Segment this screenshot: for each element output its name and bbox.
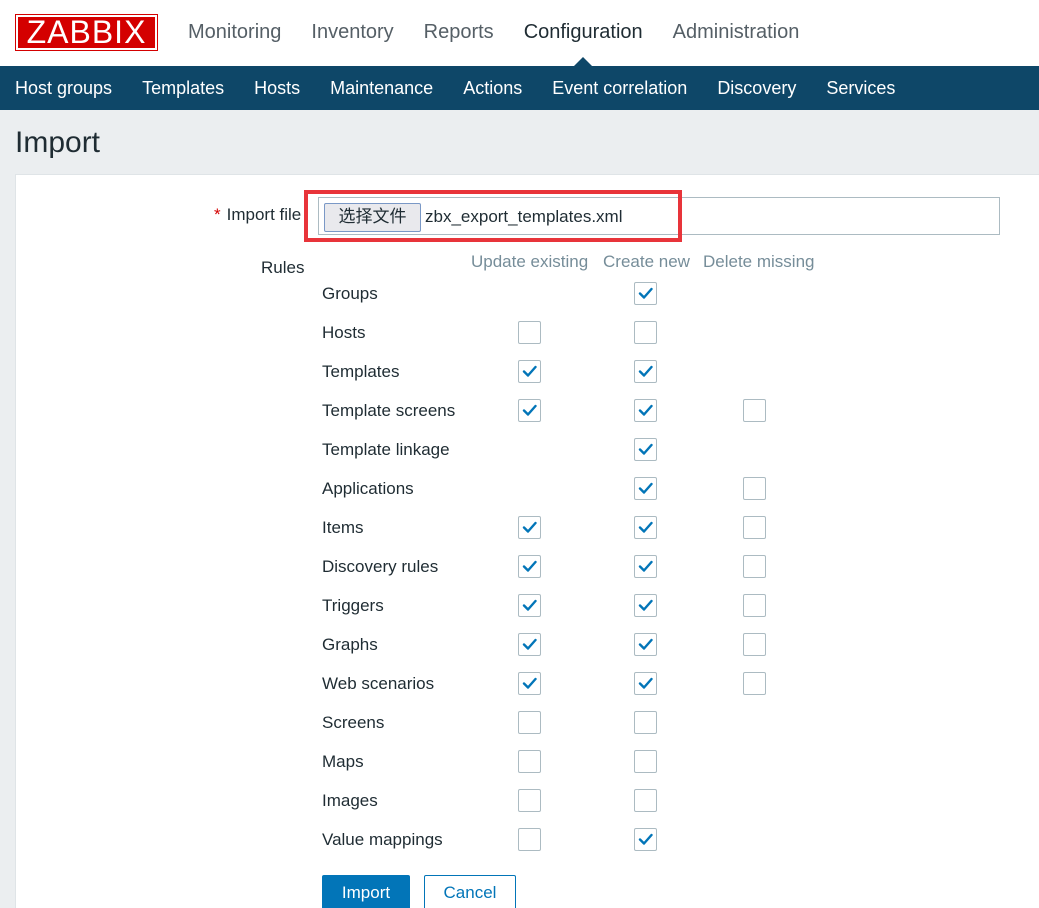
page-title: Import — [15, 126, 101, 159]
web-scenarios-create-checkbox[interactable] — [634, 672, 657, 695]
template-screens-create-checkbox[interactable] — [634, 399, 657, 422]
import-file-label-text: Import file — [226, 205, 302, 224]
top-bar: ZABBIX Monitoring Inventory Reports Configu… — [0, 0, 1039, 66]
web-scenarios-update-checkbox[interactable] — [518, 672, 541, 695]
template-screens-update-checkbox[interactable] — [518, 399, 541, 422]
maps-create-checkbox[interactable] — [634, 750, 657, 773]
top-menu-monitoring[interactable]: Monitoring — [173, 0, 296, 66]
rule-label-discovery-rules: Discovery rules — [322, 557, 439, 576]
import-file-label: * Import file — [214, 205, 301, 225]
web-scenarios-delete-checkbox[interactable] — [743, 672, 766, 695]
top-menu-inventory[interactable]: Inventory — [296, 0, 408, 66]
rule-label-groups: Groups — [322, 284, 378, 303]
triggers-create-checkbox[interactable] — [634, 594, 657, 617]
hosts-create-checkbox[interactable] — [634, 321, 657, 344]
sub-menu-discovery[interactable]: Discovery — [702, 66, 811, 110]
top-menu-administration[interactable]: Administration — [658, 0, 815, 66]
rule-label-maps: Maps — [322, 752, 364, 771]
triggers-update-checkbox[interactable] — [518, 594, 541, 617]
items-update-checkbox[interactable] — [518, 516, 541, 539]
main-menu: Monitoring Inventory Reports Configuration A… — [173, 0, 814, 66]
sub-menu-templates[interactable]: Templates — [127, 66, 239, 110]
rule-label-template-screens: Template screens — [322, 401, 456, 420]
sub-menu-host-groups[interactable]: Host groups — [0, 66, 127, 110]
template-linkage-create-checkbox[interactable] — [634, 438, 657, 461]
rule-label-value-mappings: Value mappings — [322, 830, 443, 849]
rule-label-items: Items — [322, 518, 364, 537]
import-file-input[interactable]: 选择文件 zbx_export_templates.xml — [318, 197, 1000, 235]
cancel-button[interactable]: Cancel — [424, 875, 516, 908]
column-create-new: Create new — [603, 252, 690, 271]
graphs-create-checkbox[interactable] — [634, 633, 657, 656]
top-menu-configuration[interactable]: Configuration — [509, 0, 658, 66]
rule-label-images: Images — [322, 791, 378, 810]
rule-label-template-linkage: Template linkage — [322, 440, 450, 459]
graphs-delete-checkbox[interactable] — [743, 633, 766, 656]
sub-menu-services[interactable]: Services — [811, 66, 910, 110]
templates-update-checkbox[interactable] — [518, 360, 541, 383]
value-mappings-create-checkbox[interactable] — [634, 828, 657, 851]
images-update-checkbox[interactable] — [518, 789, 541, 812]
rule-label-triggers: Triggers — [322, 596, 384, 615]
rule-label-screens: Screens — [322, 713, 385, 732]
discovery-rules-create-checkbox[interactable] — [634, 555, 657, 578]
sub-menu: Host groups Templates Hosts Maintenance Acti… — [0, 66, 1039, 110]
rule-label-applications: Applications — [322, 479, 414, 498]
import-button[interactable]: Import — [322, 875, 410, 908]
applications-create-checkbox[interactable] — [634, 477, 657, 500]
sub-menu-actions[interactable]: Actions — [448, 66, 537, 110]
column-update-existing: Update existing — [471, 252, 589, 271]
rule-label-templates: Templates — [322, 362, 400, 381]
applications-delete-checkbox[interactable] — [743, 477, 766, 500]
column-delete-missing: Delete missing — [703, 252, 815, 271]
choose-file-button[interactable]: 选择文件 — [324, 203, 421, 232]
graphs-update-checkbox[interactable] — [518, 633, 541, 656]
top-menu-reports[interactable]: Reports — [409, 0, 509, 66]
value-mappings-update-checkbox[interactable] — [518, 828, 541, 851]
images-create-checkbox[interactable] — [634, 789, 657, 812]
templates-create-checkbox[interactable] — [634, 360, 657, 383]
sub-menu-event-correlation[interactable]: Event correlation — [537, 66, 702, 110]
logo-text: ZABBIX — [16, 15, 157, 50]
screens-update-checkbox[interactable] — [518, 711, 541, 734]
triggers-delete-checkbox[interactable] — [743, 594, 766, 617]
rules-label: Rules — [261, 258, 305, 277]
screens-create-checkbox[interactable] — [634, 711, 657, 734]
items-delete-checkbox[interactable] — [743, 516, 766, 539]
discovery-rules-delete-checkbox[interactable] — [743, 555, 766, 578]
items-create-checkbox[interactable] — [634, 516, 657, 539]
discovery-rules-update-checkbox[interactable] — [518, 555, 541, 578]
required-asterisk: * — [214, 205, 221, 224]
zabbix-logo[interactable]: ZABBIX — [15, 14, 158, 51]
template-screens-delete-checkbox[interactable] — [743, 399, 766, 422]
hosts-update-checkbox[interactable] — [518, 321, 541, 344]
groups-create-checkbox[interactable] — [634, 282, 657, 305]
sub-menu-maintenance[interactable]: Maintenance — [315, 66, 448, 110]
maps-update-checkbox[interactable] — [518, 750, 541, 773]
rule-label-web-scenarios: Web scenarios — [322, 674, 435, 693]
rule-label-hosts: Hosts — [322, 323, 366, 342]
rule-label-graphs: Graphs — [322, 635, 378, 654]
selected-file-name: zbx_export_templates.xml — [425, 207, 623, 226]
sub-menu-hosts[interactable]: Hosts — [239, 66, 315, 110]
